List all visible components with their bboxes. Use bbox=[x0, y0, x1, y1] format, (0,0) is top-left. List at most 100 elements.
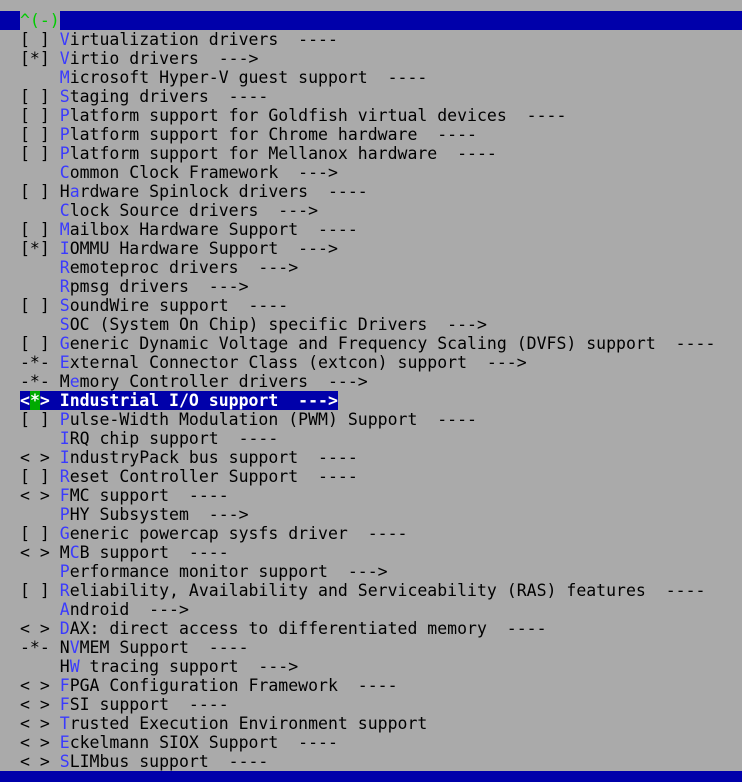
item-label: latform support for Mellanox hardware --… bbox=[69, 144, 497, 163]
item-status[interactable]: <*> bbox=[20, 391, 50, 410]
item-status[interactable] bbox=[20, 277, 50, 296]
menu-item[interactable]: [ ] Platform support for Mellanox hardwa… bbox=[20, 144, 742, 163]
item-label: LIMbus support ---- bbox=[69, 752, 269, 771]
menu-item[interactable]: Performance monitor support ---> bbox=[20, 562, 742, 581]
item-label: xternal Connector Class (extcon) support… bbox=[69, 353, 527, 372]
item-status[interactable]: [ ] bbox=[20, 296, 50, 315]
item-status[interactable]: -*- bbox=[20, 372, 50, 391]
menu-item[interactable]: -*- External Connector Class (extcon) su… bbox=[20, 353, 742, 372]
menu-item[interactable]: Android ---> bbox=[20, 600, 742, 619]
menu-item[interactable]: [ ] Staging drivers ---- bbox=[20, 87, 742, 106]
item-status[interactable]: [ ] bbox=[20, 334, 50, 353]
menu-item-selected[interactable]: <*> Industrial I/O support ---> bbox=[20, 391, 338, 410]
scroll-up-indicator: ^(-) bbox=[20, 11, 60, 30]
menu-item[interactable]: [*] IOMMU Hardware Support ---> bbox=[20, 239, 742, 258]
item-status[interactable]: < > bbox=[20, 752, 50, 771]
menu-item[interactable]: Common Clock Framework ---> bbox=[20, 163, 742, 182]
menu-item[interactable]: < > Eckelmann SIOX Support ---- bbox=[20, 733, 742, 752]
item-status[interactable]: < > bbox=[20, 676, 50, 695]
item-status[interactable]: [ ] bbox=[20, 581, 50, 600]
menu-item[interactable]: HW tracing support ---> bbox=[20, 657, 742, 676]
menu-item[interactable]: [ ] Generic Dynamic Voltage and Frequenc… bbox=[20, 334, 742, 353]
item-status[interactable] bbox=[20, 315, 50, 334]
item-status[interactable]: [ ] bbox=[20, 410, 50, 429]
menu-item[interactable]: [ ] SoundWire support ---- bbox=[20, 296, 742, 315]
menu-item[interactable]: [ ] Reliability, Availability and Servic… bbox=[20, 581, 742, 600]
item-status[interactable] bbox=[20, 201, 50, 220]
item-hotkey: P bbox=[59, 125, 70, 144]
item-status[interactable]: < > bbox=[20, 448, 50, 467]
menu-item[interactable]: < > Trusted Execution Environment suppor… bbox=[20, 714, 742, 733]
item-label: irtio drivers ---> bbox=[69, 49, 259, 68]
status-bracket-right: > bbox=[39, 391, 50, 410]
item-status[interactable] bbox=[20, 429, 50, 448]
menu-item[interactable]: [ ] Generic powercap sysfs driver ---- bbox=[20, 524, 742, 543]
menu-item[interactable]: Microsoft Hyper-V guest support ---- bbox=[20, 68, 742, 87]
menu-item[interactable]: < > MCB support ---- bbox=[20, 543, 742, 562]
menu-item[interactable]: < > SLIMbus support ---- bbox=[20, 752, 742, 771]
item-status[interactable]: [ ] bbox=[20, 220, 50, 239]
menu-item[interactable]: -*- Memory Controller drivers ---> bbox=[20, 372, 742, 391]
item-status[interactable]: [ ] bbox=[20, 125, 50, 144]
item-status[interactable]: [ ] bbox=[20, 182, 50, 201]
menu-item[interactable]: [ ] Hardware Spinlock drivers ---- bbox=[20, 182, 742, 201]
item-status[interactable]: -*- bbox=[20, 638, 50, 657]
item-status[interactable]: -*- bbox=[20, 353, 50, 372]
item-status[interactable]: [ ] bbox=[20, 144, 50, 163]
item-status[interactable]: [*] bbox=[20, 239, 50, 258]
item-label: latform support for Chrome hardware ---- bbox=[69, 125, 477, 144]
menu-item[interactable]: [ ] Platform support for Goldfish virtua… bbox=[20, 106, 742, 125]
item-status[interactable] bbox=[20, 505, 50, 524]
menu-item[interactable]: [ ] Reset Controller Support ---- bbox=[20, 467, 742, 486]
menu-item[interactable]: < > FPGA Configuration Framework ---- bbox=[20, 676, 742, 695]
item-status[interactable]: [ ] bbox=[20, 87, 50, 106]
item-status[interactable] bbox=[20, 68, 50, 87]
bottom-status-bar bbox=[0, 771, 742, 782]
item-status[interactable]: [ ] bbox=[20, 524, 50, 543]
item-status[interactable]: [*] bbox=[20, 49, 50, 68]
item-status[interactable] bbox=[20, 562, 50, 581]
menu-item[interactable]: [*] Virtio drivers ---> bbox=[20, 49, 742, 68]
menu-item[interactable]: Rpmsg drivers ---> bbox=[20, 277, 742, 296]
menu-item[interactable]: SOC (System On Chip) specific Drivers --… bbox=[20, 315, 742, 334]
item-status[interactable]: [ ] bbox=[20, 106, 50, 125]
item-status[interactable]: < > bbox=[20, 619, 50, 638]
menu-item[interactable]: Remoteproc drivers ---> bbox=[20, 258, 742, 277]
menu-item[interactable]: < > FSI support ---- bbox=[20, 695, 742, 714]
item-status[interactable]: < > bbox=[20, 543, 50, 562]
item-label: emoteproc drivers ---> bbox=[69, 258, 299, 277]
item-status[interactable]: < > bbox=[20, 733, 50, 752]
item-status[interactable]: < > bbox=[20, 695, 50, 714]
item-hotkey: P bbox=[59, 106, 70, 125]
item-status[interactable] bbox=[20, 163, 50, 182]
item-status[interactable] bbox=[20, 258, 50, 277]
item-label: icrosoft Hyper-V guest support ---- bbox=[69, 68, 428, 87]
menu-item[interactable]: [ ] Mailbox Hardware Support ---- bbox=[20, 220, 742, 239]
menu-item[interactable]: -*- NVMEM Support ---- bbox=[20, 638, 742, 657]
item-hotkey: D bbox=[59, 619, 70, 638]
menu-item[interactable]: PHY Subsystem ---> bbox=[20, 505, 742, 524]
item-label: oundWire support ---- bbox=[69, 296, 289, 315]
item-label: ndustryPack bus support ---- bbox=[69, 448, 358, 467]
menu-item[interactable]: < > DAX: direct access to differentiated… bbox=[20, 619, 742, 638]
item-status[interactable]: < > bbox=[20, 714, 50, 733]
menu-item[interactable]: < > IndustryPack bus support ---- bbox=[20, 448, 742, 467]
item-label: ndroid ---> bbox=[69, 600, 189, 619]
menu-item[interactable]: IRQ chip support ---- bbox=[20, 429, 742, 448]
item-status[interactable] bbox=[20, 600, 50, 619]
item-status[interactable]: [ ] bbox=[20, 30, 50, 49]
menu-item[interactable]: Clock Source drivers ---> bbox=[20, 201, 742, 220]
item-label: lock Source drivers ---> bbox=[69, 201, 319, 220]
item-status[interactable]: < > bbox=[20, 486, 50, 505]
item-status[interactable] bbox=[20, 657, 50, 676]
item-hotkey: V bbox=[59, 49, 70, 68]
menu-item[interactable]: < > FMC support ---- bbox=[20, 486, 742, 505]
item-status[interactable]: [ ] bbox=[20, 467, 50, 486]
menu-item[interactable]: [ ] Platform support for Chrome hardware… bbox=[20, 125, 742, 144]
menu-item[interactable]: [ ] Pulse-Width Modulation (PWM) Support… bbox=[20, 410, 742, 429]
menu-item[interactable]: [ ] Virtualization drivers ---- bbox=[20, 30, 742, 49]
